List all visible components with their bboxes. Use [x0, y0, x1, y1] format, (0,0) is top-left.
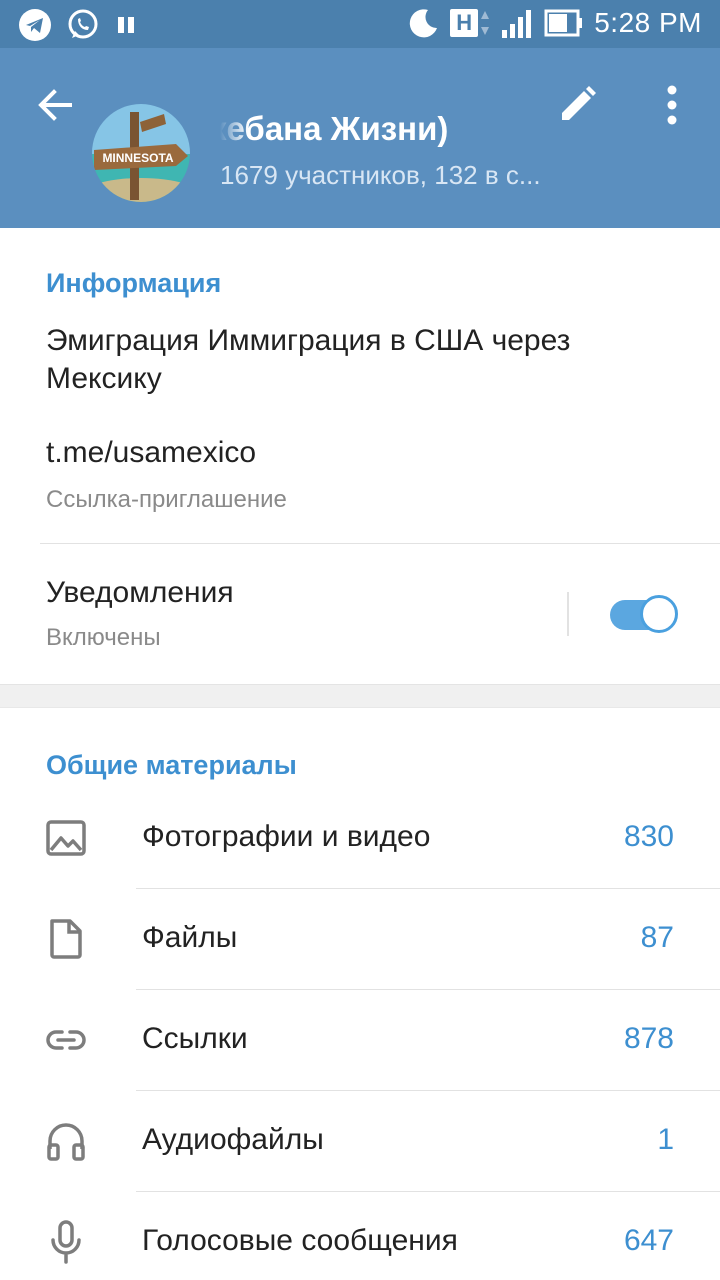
arrow-back-icon — [38, 89, 72, 121]
chat-title: кебана Жизни) — [220, 110, 449, 147]
pencil-icon — [562, 86, 596, 120]
group-avatar[interactable]: MINNESOTA — [92, 104, 190, 202]
shared-item-voice[interactable]: Голосовые сообщения 647 — [0, 1192, 720, 1280]
section-gap — [0, 684, 720, 708]
shared-media-title: Общие материалы — [46, 750, 297, 780]
shared-item-label: Фотографии и видео — [142, 820, 431, 853]
chat-header: MINNESOTA кебана Жизни) 1679 участников,… — [0, 48, 720, 228]
shared-item-count: 87 — [640, 921, 674, 954]
network-badge: H — [450, 9, 479, 37]
network-h-icon: H — [450, 9, 490, 37]
shared-item-files[interactable]: Файлы 87 — [0, 889, 720, 990]
status-bar-system: H 5:28 PM — [406, 6, 702, 40]
battery-icon — [544, 9, 583, 37]
divider — [40, 543, 720, 544]
link-icon — [46, 1030, 86, 1050]
moon-icon — [410, 9, 438, 38]
back-button[interactable] — [30, 80, 80, 130]
shared-item-label: Файлы — [142, 921, 238, 954]
telegram-icon — [19, 9, 51, 41]
shared-item-photos[interactable]: Фотографии и видео 830 — [0, 788, 720, 889]
shared-item-label: Голосовые сообщения — [142, 1224, 458, 1257]
notifications-state: Включены — [46, 624, 161, 651]
pause-icon — [118, 17, 134, 33]
signal-icon — [502, 10, 532, 38]
status-bar: H 5:28 PM — [0, 0, 720, 48]
shared-item-count: 878 — [623, 1022, 674, 1055]
more-vertical-icon — [667, 85, 677, 125]
status-time: 5:28 PM — [594, 7, 702, 38]
more-options-button[interactable] — [650, 80, 694, 130]
group-description: Эмиграция Иммиграция в США через Мексику — [46, 324, 571, 395]
shared-item-count: 647 — [623, 1224, 674, 1257]
headphones-icon — [47, 1123, 85, 1161]
notifications-toggle[interactable] — [610, 595, 678, 633]
shared-item-count: 830 — [623, 820, 674, 853]
chat-title-container: кебана Жизни) — [220, 110, 540, 148]
shared-item-audio[interactable]: Аудиофайлы 1 — [0, 1091, 720, 1192]
invite-link-caption: Ссылка-приглашение — [46, 486, 287, 513]
shared-item-label: Аудиофайлы — [142, 1123, 324, 1156]
whatsapp-icon — [68, 9, 98, 39]
shared-item-label: Ссылки — [142, 1022, 248, 1055]
file-icon — [50, 919, 82, 959]
info-section-title: Информация — [46, 268, 222, 298]
shared-item-count: 1 — [657, 1123, 674, 1156]
invite-link[interactable]: t.me/usamexico — [46, 436, 256, 470]
microphone-icon — [51, 1220, 81, 1264]
photo-icon — [46, 820, 86, 856]
status-bar-notifications — [18, 8, 138, 42]
chat-subtitle: 1679 участников, 132 в с... — [220, 160, 541, 190]
vertical-separator — [567, 592, 569, 636]
avatar-sign-text: MINNESOTA — [102, 151, 173, 165]
edit-button[interactable] — [552, 80, 602, 130]
notifications-label: Уведомления — [46, 576, 234, 609]
shared-item-links[interactable]: Ссылки 878 — [0, 990, 720, 1091]
